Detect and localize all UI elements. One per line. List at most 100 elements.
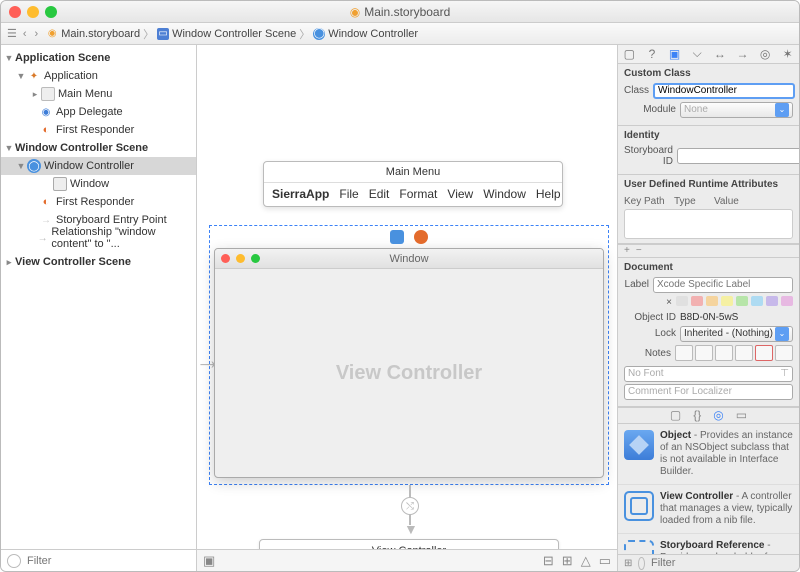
class-field[interactable]	[653, 83, 795, 99]
outline-application[interactable]: ▼✦Application	[1, 67, 196, 85]
inspector-tab-attrs[interactable]: ⌵	[686, 45, 709, 63]
canvas[interactable]: Main Menu SierraApp File Edit Format Vie…	[197, 45, 617, 549]
menu-item[interactable]: SierraApp	[272, 187, 329, 201]
swatch[interactable]	[781, 296, 793, 306]
outline-first-responder-2[interactable]: ◐First Responder	[1, 193, 196, 211]
view-controller-placeholder: View Controller	[215, 269, 603, 477]
udra-table[interactable]	[624, 209, 793, 239]
notes-comment-field[interactable]: Comment For Localizer	[624, 384, 793, 400]
notes-more-icon[interactable]	[775, 345, 793, 361]
jump-forward-icon[interactable]: ›	[35, 28, 39, 40]
inspector-tab-effects[interactable]: ✶	[776, 45, 799, 63]
jump-crumb-controller[interactable]: ◯Window Controller	[313, 28, 418, 40]
jump-back-icon[interactable]: ‹	[23, 28, 27, 40]
outline-relationship[interactable]: →Relationship "window content" to "...	[1, 229, 196, 247]
outline-filter-input[interactable]	[27, 555, 190, 567]
main-menu-scene[interactable]: Main Menu SierraApp File Edit Format Vie…	[263, 161, 563, 207]
outline-filter-icon[interactable]	[7, 554, 21, 568]
font-picker-icon[interactable]: ⊤	[780, 368, 789, 380]
canvas-align-icon[interactable]: ⊟	[543, 553, 554, 569]
window-title: Main.storyboard	[364, 5, 450, 19]
menu-item[interactable]: Edit	[369, 187, 390, 201]
library-filter-input[interactable]	[651, 557, 793, 569]
view-controller-scene[interactable]: View Controller	[259, 539, 559, 549]
library-view-grid-icon[interactable]: ⊞	[624, 558, 632, 569]
jump-crumb-scene[interactable]: ▭Window Controller Scene	[157, 28, 296, 40]
inspector-tab-bindings[interactable]: ◎	[754, 45, 777, 63]
module-select[interactable]: None⌄	[680, 102, 793, 118]
storyboard-id-field[interactable]	[677, 148, 799, 164]
sb-icon	[624, 540, 654, 554]
notes-color-icon[interactable]	[755, 345, 773, 361]
inspector-tab-help[interactable]: ?	[641, 45, 664, 63]
scene-window-controller[interactable]: ▼Window Controller Scene	[1, 139, 196, 157]
udra-remove-button[interactable]: −	[636, 245, 642, 256]
module-label: Module	[624, 104, 676, 115]
library-item[interactable]: Storyboard Reference - Provides a placeh…	[618, 534, 799, 554]
canvas-embed-icon[interactable]: ▭	[599, 553, 611, 569]
document-outline: ▼Application Scene ▼✦Application ▸Main M…	[1, 45, 197, 571]
library-item-text: Object - Provides an instance of an NSOb…	[660, 430, 793, 478]
vc-icon	[624, 491, 654, 521]
outline-window-controller[interactable]: ▼◯Window Controller	[1, 157, 196, 175]
notes-bold-icon[interactable]	[675, 345, 693, 361]
swatch[interactable]	[706, 296, 718, 306]
library-item[interactable]: View Controller - A controller that mana…	[618, 485, 799, 534]
scene-view-controller[interactable]: ▸View Controller Scene	[1, 253, 196, 271]
window-controller-scene[interactable]: Window View Controller	[209, 225, 609, 485]
outline-first-responder-1[interactable]: ◐First Responder	[1, 121, 196, 139]
notes-toolbar[interactable]	[675, 345, 793, 361]
scene-application[interactable]: ▼Application Scene	[1, 49, 196, 67]
scene-owner-icon[interactable]	[390, 230, 404, 244]
lock-label: Lock	[624, 328, 676, 339]
device-config-icon[interactable]: ▣	[203, 553, 215, 569]
menu-item[interactable]: View	[447, 187, 473, 201]
document-header: Document	[624, 262, 793, 273]
inspector-tab-connections[interactable]: →	[731, 45, 754, 63]
outline-main-menu[interactable]: ▸Main Menu	[1, 85, 196, 103]
doc-label-field[interactable]	[653, 277, 793, 293]
library-tab-objects[interactable]: ◎	[713, 408, 723, 422]
notes-italic-icon[interactable]	[695, 345, 713, 361]
storyboard-icon: ◉	[46, 28, 58, 40]
library-tab-media[interactable]: ▭	[736, 408, 747, 422]
appdelegate-icon: ◉	[39, 105, 53, 119]
inner-window[interactable]: Window View Controller	[214, 248, 604, 478]
doc-label-label: Label	[624, 279, 649, 290]
library-tab-code[interactable]: {}	[693, 408, 701, 422]
toggle-outline-icon[interactable]: ☰	[7, 27, 17, 40]
swatch[interactable]	[676, 296, 688, 306]
library-item[interactable]: Object - Provides an instance of an NSOb…	[618, 424, 799, 485]
scene-first-responder-icon[interactable]	[414, 230, 428, 244]
notes-strike-icon[interactable]	[735, 345, 753, 361]
swatch[interactable]	[766, 296, 778, 306]
udra-add-button[interactable]: +	[624, 245, 630, 256]
swatch[interactable]	[751, 296, 763, 306]
jump-crumb-file[interactable]: ◉Main.storyboard	[46, 28, 140, 40]
identity-header: Identity	[624, 130, 793, 141]
menu-item[interactable]: Help	[536, 187, 561, 201]
menu-item[interactable]: File	[339, 187, 358, 201]
outline-window-item[interactable]: Window	[1, 175, 196, 193]
object-id-value: B8D-0N-5wS	[680, 312, 738, 323]
swatch[interactable]	[736, 296, 748, 306]
inspector-tab-identity[interactable]: ▣	[663, 45, 686, 63]
menu-item[interactable]: Window	[483, 187, 526, 201]
inspector-tab-size[interactable]: ↔	[709, 45, 732, 63]
swatch[interactable]	[691, 296, 703, 306]
library-tab-files[interactable]: ▢	[670, 408, 681, 422]
menu-item[interactable]: Format	[399, 187, 437, 201]
window-controller-icon: ◯	[27, 159, 41, 173]
segue-icon[interactable]: ⤭	[401, 497, 419, 515]
label-color-swatches[interactable]	[676, 296, 793, 306]
canvas-pin-icon[interactable]: ⊞	[562, 553, 573, 569]
object-library[interactable]: Object - Provides an instance of an NSOb…	[618, 424, 799, 554]
canvas-resolve-icon[interactable]: △	[581, 553, 591, 569]
notes-font-field[interactable]: No Font⊤	[624, 366, 793, 382]
swatch[interactable]	[721, 296, 733, 306]
inspector-tab-file[interactable]: ▢	[618, 45, 641, 63]
notes-underline-icon[interactable]	[715, 345, 733, 361]
lock-select[interactable]: Inherited - (Nothing)⌄	[680, 326, 793, 342]
outline-app-delegate[interactable]: ◉App Delegate	[1, 103, 196, 121]
library-filter-icon[interactable]	[638, 557, 645, 570]
